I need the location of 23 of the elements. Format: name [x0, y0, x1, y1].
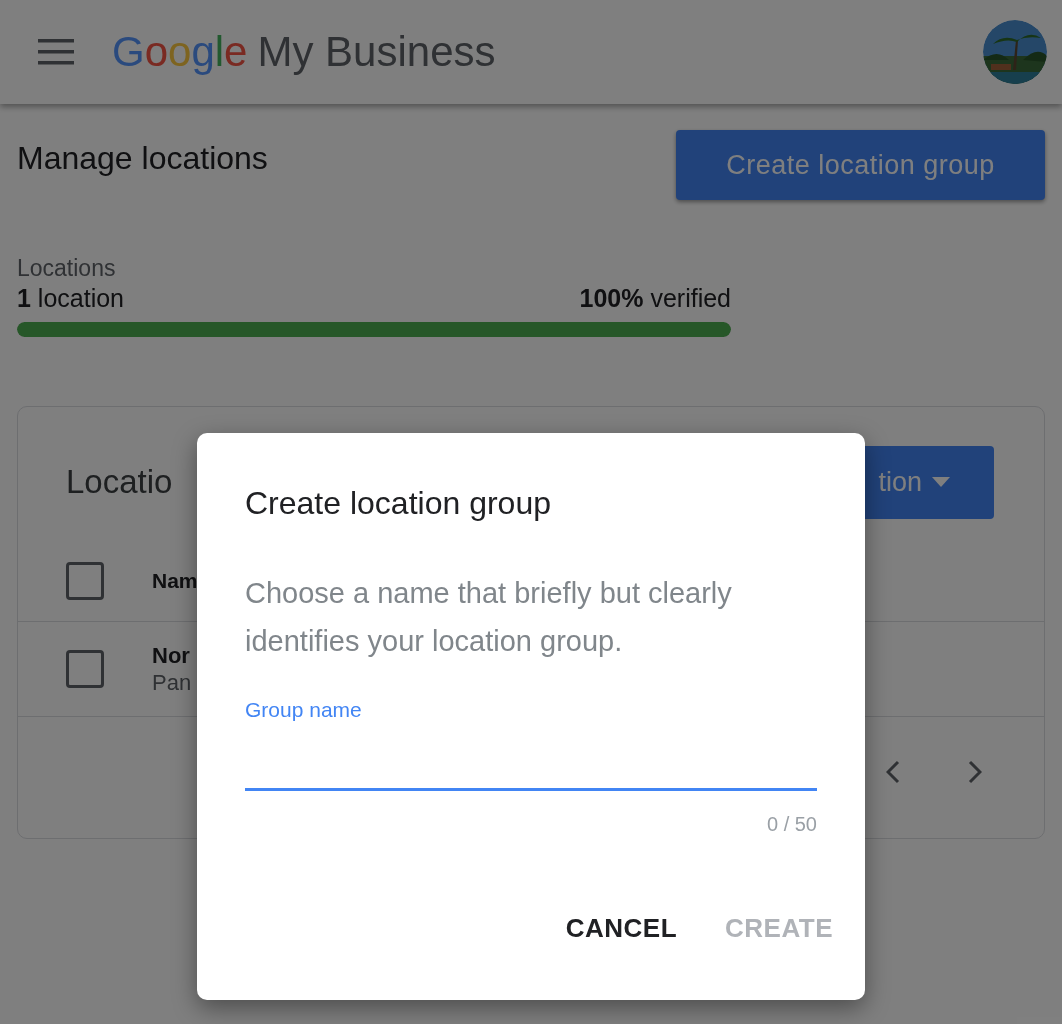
- character-counter: 0 / 50: [766, 812, 817, 837]
- field-label: Group name: [245, 697, 363, 723]
- group-name-field[interactable]: Group name: [245, 694, 817, 791]
- location-address: Pan: [152, 669, 192, 697]
- location-name: Nor: [152, 641, 191, 669]
- page-title: Manage locations: [17, 139, 268, 178]
- product-name: My Business: [257, 31, 496, 73]
- verified-percent: 100% verified: [579, 282, 731, 314]
- chevron-right-icon[interactable]: [968, 760, 982, 784]
- logo-text: Google: [112, 31, 248, 73]
- checkbox[interactable]: [66, 650, 104, 688]
- caret-icon: [932, 477, 950, 487]
- column-header: Nam: [152, 567, 198, 594]
- cancel-button[interactable]: CANCEL: [565, 909, 678, 948]
- location-count: 1 location: [17, 282, 125, 314]
- menu-icon[interactable]: [38, 39, 74, 65]
- chevron-left-icon[interactable]: [886, 760, 900, 784]
- card-title: Locatio: [66, 462, 173, 503]
- dialog-title: Create location group: [245, 484, 552, 523]
- dialog-description: Choose a name that briefly but clearly identifies your location group.: [245, 576, 733, 659]
- checkbox[interactable]: [66, 561, 104, 600]
- summary-label: Locations: [17, 254, 117, 283]
- create-group-button[interactable]: Create location group: [676, 130, 1045, 200]
